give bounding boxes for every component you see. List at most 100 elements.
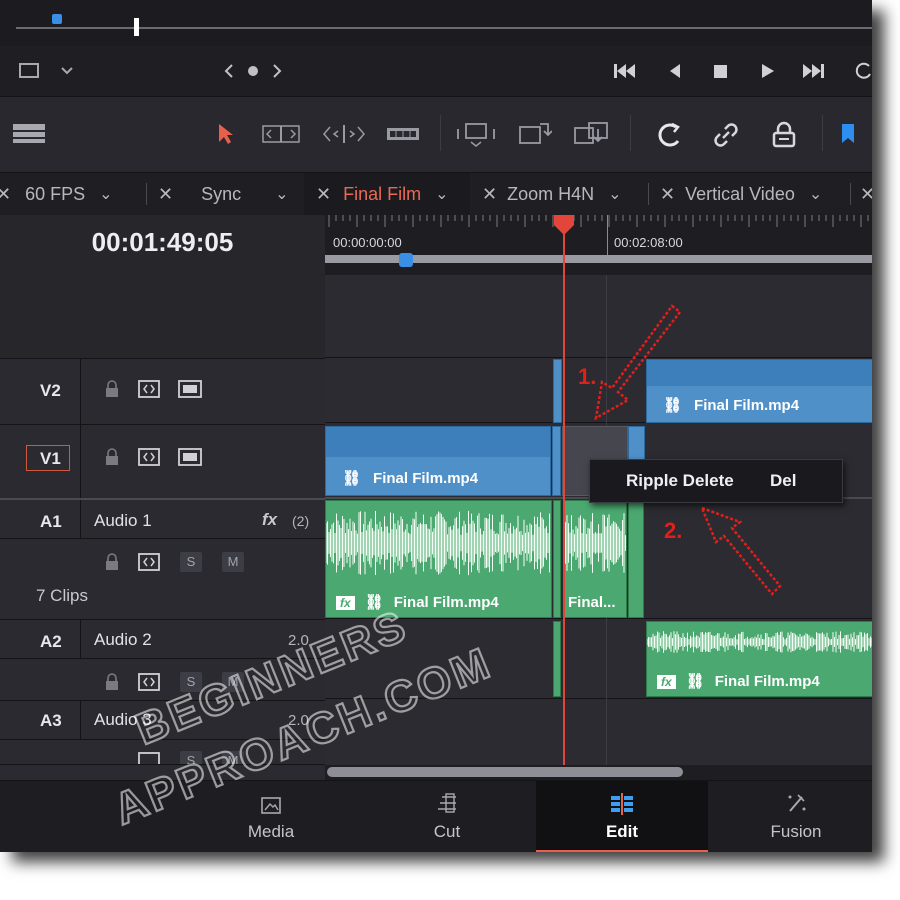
track-id-cell: A2 [0, 620, 81, 658]
linked-selection-icon[interactable] [712, 121, 740, 149]
audio-clip-a2[interactable]: fx ⛓ Final Film.mp4 [646, 621, 872, 697]
replace-clip-icon[interactable] [572, 121, 612, 147]
tab-label: 60 FPS [25, 183, 86, 204]
track-name[interactable]: Audio 1 [94, 511, 152, 531]
clip-label: ⛓ Final Film.mp4 [342, 469, 478, 487]
clip-label: fx ⛓ Final Film.mp4 [657, 672, 820, 690]
tab-label: Vertical Video [685, 183, 795, 204]
track-header-v1[interactable]: V1 [0, 424, 325, 498]
in-marker[interactable] [52, 14, 62, 24]
close-icon[interactable]: ✕ [482, 184, 497, 205]
fx-count: (2) [292, 513, 310, 529]
selection-mode-icon[interactable] [216, 123, 234, 145]
shortcut-label: Del [770, 471, 797, 490]
timeline-ruler[interactable]: 00:00:00:00 00:02:08:00 [325, 215, 872, 275]
fx-indicator[interactable]: fx [262, 510, 277, 530]
close-icon[interactable]: ✕ [660, 184, 675, 205]
prev-next-clip-icon[interactable] [222, 62, 284, 80]
ruler-mark-second: 00:02:08:00 [614, 235, 683, 250]
audio-clip-a1-next[interactable] [628, 500, 644, 618]
scrubber-handle[interactable] [134, 18, 139, 36]
track-id: A3 [40, 711, 62, 730]
ruler-ticks [328, 215, 869, 227]
clip-thumbnail-strip [326, 427, 550, 457]
tab-sync[interactable]: ✕ Sync ⌄ [158, 173, 289, 215]
video-clip-v1[interactable]: ⛓ Final Film.mp4 [325, 426, 551, 496]
clip-name: Final Film.mp4 [714, 673, 820, 690]
chevron-down-icon[interactable]: ⌄ [608, 184, 621, 204]
annotation-step-2: 2. [664, 518, 683, 543]
clip-name: Final Film.mp4 [373, 470, 479, 487]
auto-select-icon [138, 448, 160, 466]
tab-label: Sync [201, 183, 242, 204]
tab-vertical-video[interactable]: ✕ Vertical Video ⌄ [660, 173, 822, 215]
snapping-icon[interactable] [656, 121, 686, 149]
audio-waveform [647, 631, 872, 653]
track-enable-icon [178, 448, 202, 466]
timeline-view-options-icon[interactable] [12, 123, 48, 145]
track-controls [106, 448, 202, 466]
blade-edit-mode-icon[interactable] [386, 126, 420, 142]
page-tab-fusion[interactable]: Fusion [712, 781, 872, 852]
lock-icon [106, 380, 118, 397]
playback-controls-icon[interactable] [612, 60, 872, 82]
tab-divider [146, 183, 147, 205]
chevron-down-icon[interactable]: ⌄ [99, 184, 112, 204]
track-id: V1 [40, 449, 61, 468]
scrubber-track [16, 27, 872, 29]
tab-overflow[interactable]: ✕ [860, 173, 872, 215]
close-icon[interactable]: ✕ [316, 184, 331, 205]
context-menu: Ripple Delete Del [589, 459, 843, 503]
chevron-down-icon[interactable]: ⌄ [435, 184, 448, 204]
link-icon: ⛓ [342, 470, 362, 487]
chevron-down-icon[interactable]: ⌄ [275, 184, 288, 204]
position-lock-icon[interactable] [770, 121, 798, 149]
edit-toolbar [0, 97, 872, 173]
dynamic-trim-icon[interactable] [322, 123, 366, 145]
lock-icon [106, 448, 118, 465]
timeline-tabs: ✕ 60 FPS ⌄ ✕ Sync ⌄ ✕ Final Film ⌄ ✕ Zoo… [0, 173, 872, 215]
track-id-cell: A3 [0, 701, 81, 739]
chevron-down-icon[interactable]: ⌄ [809, 184, 822, 204]
track-id-cell: A1 [0, 500, 81, 539]
close-icon[interactable]: ✕ [158, 184, 173, 205]
zoom-handle[interactable] [399, 253, 413, 267]
page-tab-label: Fusion [770, 822, 822, 841]
watermark: BEGINNERS APPROACH.COM [106, 600, 500, 836]
header-divider [0, 538, 325, 539]
toolbar-divider [630, 115, 631, 151]
track-id: A2 [40, 632, 62, 651]
edit-icon [611, 793, 633, 815]
tab-60-fps[interactable]: ✕ 60 FPS ⌄ [0, 173, 113, 215]
viewer-mode-icon[interactable] [18, 62, 78, 80]
overwrite-clip-icon[interactable] [518, 121, 552, 147]
ruler-mark-start: 00:00:00:00 [333, 235, 402, 250]
flag-icon[interactable] [840, 123, 856, 145]
insert-clip-icon[interactable] [456, 121, 496, 147]
track-id: V2 [40, 381, 61, 400]
track-id-cell: V1 [0, 425, 81, 498]
track-enable-icon [178, 380, 202, 398]
fx-badge: fx [657, 675, 676, 689]
video-clip-v1-next[interactable] [628, 426, 645, 462]
track-controls [106, 380, 202, 398]
timecode-display: 00:01:49:05 [91, 227, 234, 257]
tab-divider [850, 183, 851, 205]
ripple-delete-menu-item[interactable]: Ripple Delete [626, 471, 734, 491]
tab-zoom-h4n[interactable]: ✕ Zoom H4N ⌄ [482, 173, 622, 215]
tab-label: Zoom H4N [507, 183, 595, 204]
tab-divider [648, 183, 649, 205]
close-icon[interactable]: ✕ [860, 184, 872, 205]
track-header-v2[interactable]: V2 [0, 358, 325, 424]
close-icon[interactable]: ✕ [0, 184, 11, 205]
transport-bar [0, 46, 872, 97]
timecode-panel: 00:01:49:05 [0, 215, 326, 358]
link-icon: ⛓ [685, 673, 705, 690]
track-id-cell: V2 [0, 359, 81, 424]
auto-select-icon [138, 380, 160, 398]
tab-final-film[interactable]: ✕ Final Film ⌄ [304, 173, 470, 215]
clip-name: Final Film.mp4 [694, 397, 800, 414]
trim-edit-mode-icon[interactable] [262, 124, 302, 144]
viewer-scrubber[interactable] [0, 0, 872, 46]
track-id: A1 [40, 512, 62, 531]
